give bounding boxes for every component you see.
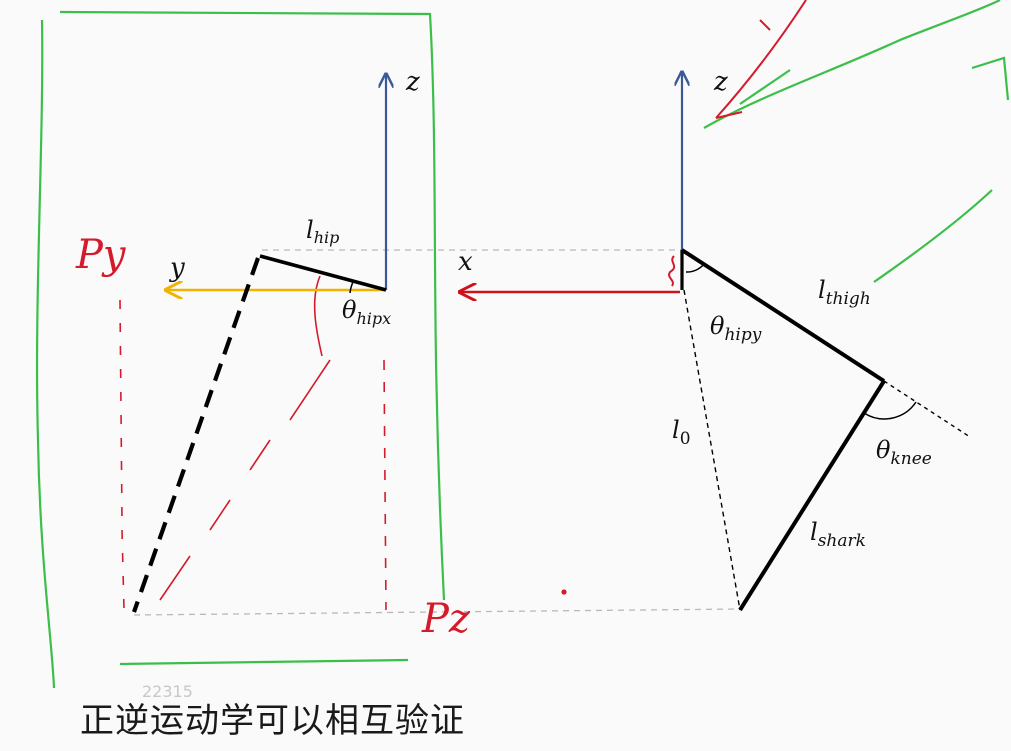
red-marks-right xyxy=(561,0,807,595)
red-guide-lines xyxy=(119,275,387,611)
leg-dashed-left xyxy=(132,257,260,613)
subtitle-caption: 正逆运动学可以相互验证 xyxy=(80,701,465,741)
handwritten-py: Py xyxy=(75,232,127,278)
theta-hipy-arc xyxy=(685,263,705,273)
z-label-left: z xyxy=(405,67,420,97)
l-shark-label: lshark xyxy=(810,518,866,551)
z-label-right: z xyxy=(713,67,728,97)
x-label: x xyxy=(458,247,473,277)
thigh-extension xyxy=(883,380,971,438)
shank-link xyxy=(738,379,886,612)
theta-knee-label: θknee xyxy=(876,436,932,469)
l0-label: l0 xyxy=(672,416,691,449)
y-label: y xyxy=(169,253,185,283)
kinematics-diagram: Py Pz z z y x lhip θhipx lthigh θhipy l0… xyxy=(35,0,1010,689)
l-thigh-label: lthigh xyxy=(818,276,871,309)
green-strokes-right xyxy=(703,0,1010,283)
handwritten-pz: Pz xyxy=(421,596,471,642)
theta-knee-arc xyxy=(863,401,917,420)
l-hip-label: lhip xyxy=(306,216,339,247)
theta-hipy-label: θhipy xyxy=(710,312,762,345)
green-frame-left xyxy=(35,10,446,689)
hip-link xyxy=(259,254,387,292)
theta-hipx-label: θhipx xyxy=(342,296,391,328)
